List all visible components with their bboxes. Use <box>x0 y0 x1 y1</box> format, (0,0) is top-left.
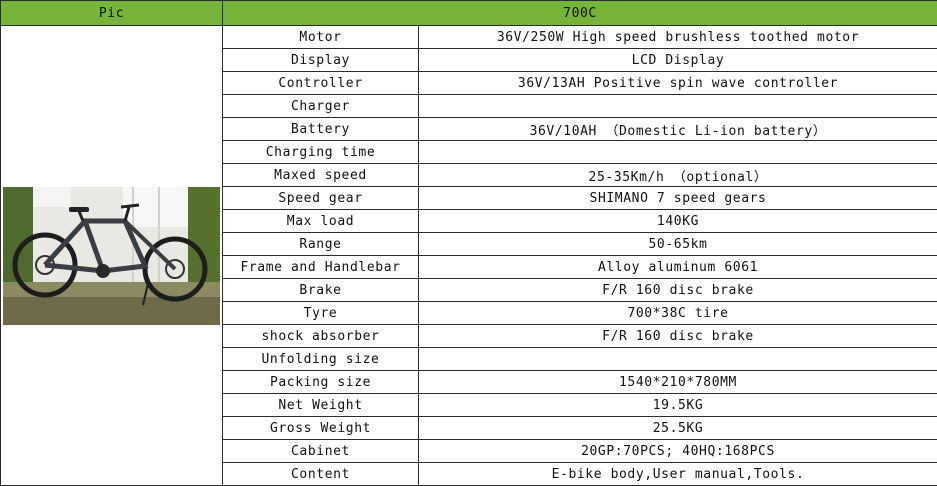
row-label: Display <box>223 49 419 72</box>
row-value: 20GP:70PCS; 40HQ:168PCS <box>419 440 937 463</box>
row-value <box>419 95 937 118</box>
row-label: Battery <box>223 118 419 141</box>
row-label: shock absorber <box>223 325 419 348</box>
header-row: Pic 700C <box>1 1 937 26</box>
row-value: 140KG <box>419 210 937 233</box>
model-header: 700C <box>223 1 937 26</box>
row-value: SHIMANO 7 speed gears <box>419 187 937 210</box>
row-label: Maxed speed <box>223 164 419 187</box>
row-value: E-bike body,User manual,Tools. <box>419 463 937 486</box>
row-value <box>419 141 937 164</box>
pic-header: Pic <box>1 1 223 26</box>
row-label: Controller <box>223 72 419 95</box>
row-label: Charging time <box>223 141 419 164</box>
row-label: Tyre <box>223 302 419 325</box>
row-label: Unfolding size <box>223 348 419 371</box>
row-label: Content <box>223 463 419 486</box>
row-value: 1540*210*780MM <box>419 371 937 394</box>
row-value: 36V/250W High speed brushless toothed mo… <box>419 26 937 49</box>
row-value: 36V/10AH （Domestic Li-ion battery） <box>419 118 937 141</box>
e-bike-photo <box>3 187 220 325</box>
row-value: F/R 160 disc brake <box>419 325 937 348</box>
row-label: Gross Weight <box>223 417 419 440</box>
row-label: Charger <box>223 95 419 118</box>
spec-table: Pic 700C <box>0 0 937 486</box>
row-label: Cabinet <box>223 440 419 463</box>
row-label: Packing size <box>223 371 419 394</box>
row-value: Alloy aluminum 6061 <box>419 256 937 279</box>
row-label: Speed gear <box>223 187 419 210</box>
row-value: 36V/13AH Positive spin wave controller <box>419 72 937 95</box>
table-row: Motor 36V/250W High speed brushless toot… <box>1 26 937 49</box>
photo-cell <box>1 26 223 486</box>
row-value: 50-65km <box>419 233 937 256</box>
row-label: Max load <box>223 210 419 233</box>
row-value <box>419 348 937 371</box>
row-label: Motor <box>223 26 419 49</box>
row-value: 19.5KG <box>419 394 937 417</box>
row-value: 25.5KG <box>419 417 937 440</box>
row-value: 25-35Km/h （optional） <box>419 164 937 187</box>
row-label: Frame and Handlebar <box>223 256 419 279</box>
row-value: F/R 160 disc brake <box>419 279 937 302</box>
row-value: 700*38C tire <box>419 302 937 325</box>
row-label: Brake <box>223 279 419 302</box>
row-value: LCD Display <box>419 49 937 72</box>
row-label: Range <box>223 233 419 256</box>
row-label: Net Weight <box>223 394 419 417</box>
